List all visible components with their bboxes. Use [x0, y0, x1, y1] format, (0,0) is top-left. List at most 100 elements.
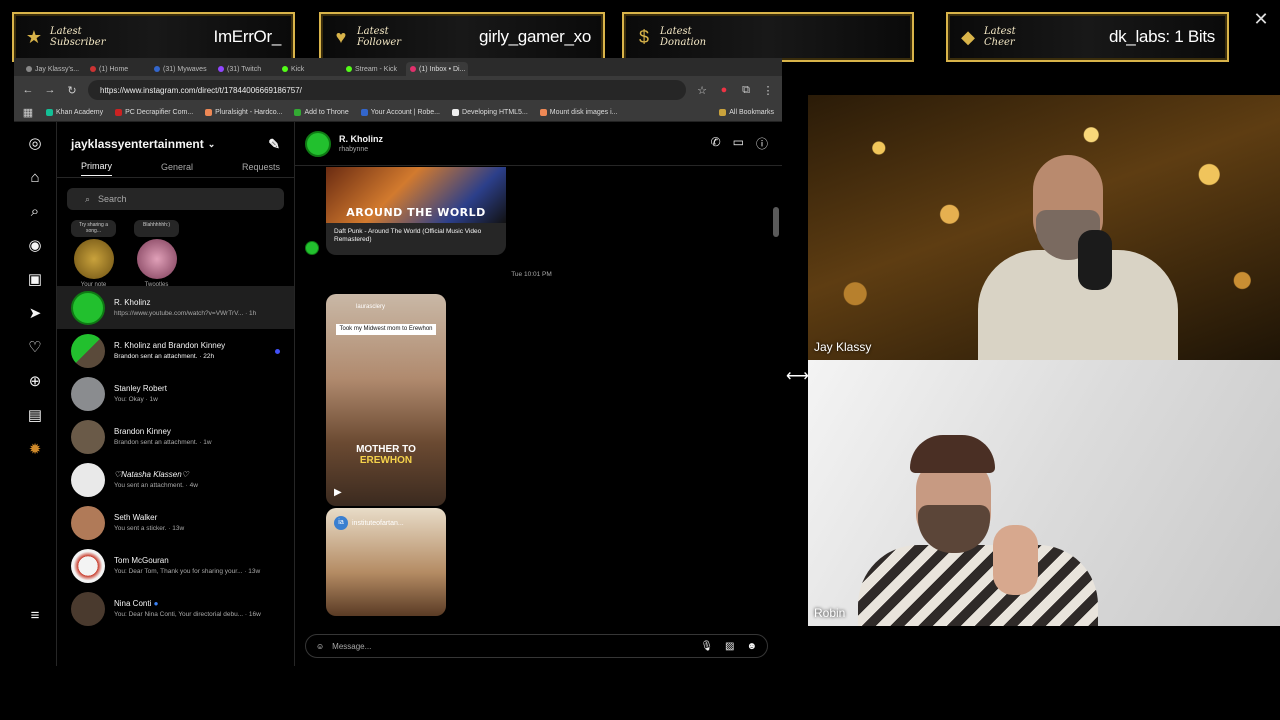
- tab-general[interactable]: General: [161, 162, 193, 172]
- sticker-icon[interactable]: ☻: [746, 641, 757, 652]
- avatar: [71, 462, 105, 497]
- apps-grid-icon[interactable]: ▦: [22, 106, 34, 119]
- thread-item[interactable]: Seth Walker You sent a sticker. · 13w: [57, 501, 294, 544]
- bookmark-item[interactable]: Mount disk images i...: [539, 109, 617, 116]
- streamer-video: [978, 155, 1188, 360]
- thread-item[interactable]: R. Kholinz https://www.youtube.com/watch?…: [57, 286, 294, 329]
- thread-preview: You sent a sticker. · 13w: [114, 525, 185, 532]
- thread-item[interactable]: Stanley Robert You: Okay · 1w: [57, 372, 294, 415]
- webcam-robin: Robin: [808, 360, 1280, 626]
- info-icon[interactable]: ⓘ: [756, 135, 768, 152]
- chat-contact-username: rhabynne: [339, 146, 369, 153]
- all-bookmarks[interactable]: All Bookmarks: [719, 109, 774, 116]
- avatar: [71, 505, 105, 540]
- banner-value: girly_gamer_xo: [478, 27, 591, 46]
- url-field[interactable]: https://www.instagram.com/direct/t/17844…: [88, 80, 686, 100]
- search-input[interactable]: ⌕ Search: [67, 188, 284, 210]
- thread-preview: Brandon sent an attachment. · 1w: [114, 439, 212, 446]
- profile-avatar-icon[interactable]: ✹: [25, 440, 45, 460]
- youtube-link-card[interactable]: AROUND THE WORLD Daft Punk - Around The …: [326, 167, 506, 255]
- latest-cheer-banner: ◆ Latest Cheer dk_labs: 1 Bits: [946, 12, 1229, 62]
- thread-item[interactable]: Brandon Kinney Brandon sent an attachment…: [57, 415, 294, 458]
- bookmark-item[interactable]: Add to Throne: [294, 109, 349, 116]
- reel-handle: laurasclery: [356, 304, 386, 310]
- shared-reel[interactable]: laurasclery Took my Midwest mom to Erewh…: [326, 294, 446, 506]
- avatar: [71, 376, 105, 411]
- create-icon[interactable]: ⊕: [25, 372, 45, 392]
- inbox-tabs: Primary General Requests: [57, 156, 294, 178]
- thread-preview: https://www.youtube.com/watch?v=VWrTrV..…: [114, 310, 257, 317]
- extension-icon[interactable]: ●: [718, 84, 730, 96]
- thread-name: Brandon Kinney: [114, 427, 171, 436]
- bookmark-item[interactable]: PC Decrapifier Com...: [115, 109, 193, 116]
- back-icon[interactable]: ←: [22, 84, 34, 96]
- explore-icon[interactable]: ◉: [25, 236, 45, 256]
- bookmark-item[interactable]: Your Account | Robe...: [360, 109, 440, 116]
- unread-dot: [275, 349, 280, 354]
- thread-item[interactable]: R. Kholinz and Brandon Kinney Brandon sen…: [57, 329, 294, 372]
- browser-tab[interactable]: Jay Klassy's...: [22, 62, 84, 76]
- emoji-icon[interactable]: ☺: [316, 642, 324, 651]
- microphone-icon[interactable]: 🎙︎: [700, 641, 713, 652]
- verified-badge-icon: ●: [153, 599, 159, 608]
- notes-row: Try sharing a song... Your note Blahhhhh…: [57, 210, 294, 288]
- thread-item[interactable]: ♡Natasha Klassen♡ You sent an attachment.…: [57, 458, 294, 501]
- chat-contact-name[interactable]: R. Kholinz: [339, 134, 383, 144]
- phone-icon[interactable]: ✆: [711, 135, 721, 152]
- microphone-icon: [1078, 230, 1112, 290]
- tab-requests[interactable]: Requests: [242, 162, 280, 172]
- forward-icon[interactable]: →: [44, 84, 56, 96]
- more-menu-icon[interactable]: ≡: [25, 606, 45, 626]
- thread-item[interactable]: Nina Conti ● You: Dear Nina Conti, Your d…: [57, 587, 294, 630]
- shared-reel[interactable]: ia instituteofartan...: [326, 508, 446, 616]
- instagram-app: ◎ ⌂ ⌕ ◉ ▣ ➤ ♡ ⊕ ▤ ✹ ≡ jayklassyentertain…: [14, 122, 782, 666]
- video-thumbnail: AROUND THE WORLD: [326, 167, 506, 223]
- browser-tab[interactable]: (31) Mywaves: [150, 62, 212, 76]
- reels-icon[interactable]: ▣: [25, 270, 45, 290]
- video-call-icon[interactable]: ▭: [733, 135, 744, 152]
- browser-tab[interactable]: (1) Home: [86, 62, 148, 76]
- search-icon[interactable]: ⌕: [25, 202, 45, 222]
- bookmark-item[interactable]: Khan Academy: [46, 109, 103, 116]
- browser-tab-active[interactable]: (1) Inbox • Di...: [406, 62, 468, 76]
- bookmark-item[interactable]: Pluralsight - Hardco...: [205, 109, 282, 116]
- image-icon[interactable]: ▨: [725, 641, 734, 652]
- bookmark-item[interactable]: Developing HTML5...: [452, 109, 528, 116]
- dashboard-icon[interactable]: ▤: [25, 406, 45, 426]
- menu-dots-icon[interactable]: ⋮: [762, 84, 774, 97]
- thread-preview: Brandon sent an attachment. · 22h: [114, 353, 215, 360]
- avatar[interactable]: [305, 130, 331, 157]
- home-icon[interactable]: ⌂: [25, 168, 45, 188]
- thread-name: ♡Natasha Klassen♡: [114, 470, 189, 479]
- account-switcher[interactable]: jayklassyentertainment ⌄ ✎: [57, 132, 294, 156]
- thread-name: R. Kholinz: [114, 298, 151, 307]
- avatar: [136, 239, 177, 279]
- browser-tab[interactable]: Stream - Kick: [342, 62, 404, 76]
- notifications-icon[interactable]: ♡: [25, 338, 45, 358]
- account-name: jayklassyentertainment: [71, 137, 204, 151]
- tab-primary[interactable]: Primary: [81, 161, 112, 176]
- compose-icon[interactable]: ✎: [268, 136, 280, 153]
- reload-icon[interactable]: ↻: [66, 84, 78, 97]
- close-icon[interactable]: ✕: [1252, 10, 1270, 28]
- note-bubble: Blahhhhhh:): [134, 220, 179, 237]
- message-placeholder: Message...: [332, 641, 372, 651]
- ig-nav-rail: ◎ ⌂ ⌕ ◉ ▣ ➤ ♡ ⊕ ▤ ✹ ≡: [14, 122, 57, 666]
- messages-icon[interactable]: ➤: [25, 304, 45, 324]
- thread-item[interactable]: Tom McGouran You: Dear Tom, Thank you for…: [57, 544, 294, 587]
- avatar: [71, 548, 105, 583]
- note-item[interactable]: Try sharing a song... Your note: [71, 220, 116, 288]
- star-bookmark-icon[interactable]: ☆: [696, 84, 708, 97]
- browser-tab[interactable]: Kick: [278, 62, 340, 76]
- message-input[interactable]: ☺ Message... 🎙︎ ▨ ☻: [305, 634, 768, 658]
- reel-overlay-text: MOTHER TO EREWHON: [356, 444, 416, 466]
- tab-strip: Jay Klassy's... (1) Home (31) Mywaves (3…: [14, 58, 782, 76]
- scrollbar[interactable]: [770, 167, 782, 626]
- browser-tab[interactable]: (31) Twitch: [214, 62, 276, 76]
- note-item[interactable]: Blahhhhhh:) Twootles: [134, 220, 179, 288]
- instagram-logo-icon[interactable]: ◎: [25, 134, 45, 154]
- banner-label: Latest Cheer: [984, 26, 1016, 48]
- puzzle-icon[interactable]: ⧉: [740, 84, 752, 97]
- thread-name: R. Kholinz and Brandon Kinney: [114, 341, 226, 350]
- avatar: [71, 333, 105, 368]
